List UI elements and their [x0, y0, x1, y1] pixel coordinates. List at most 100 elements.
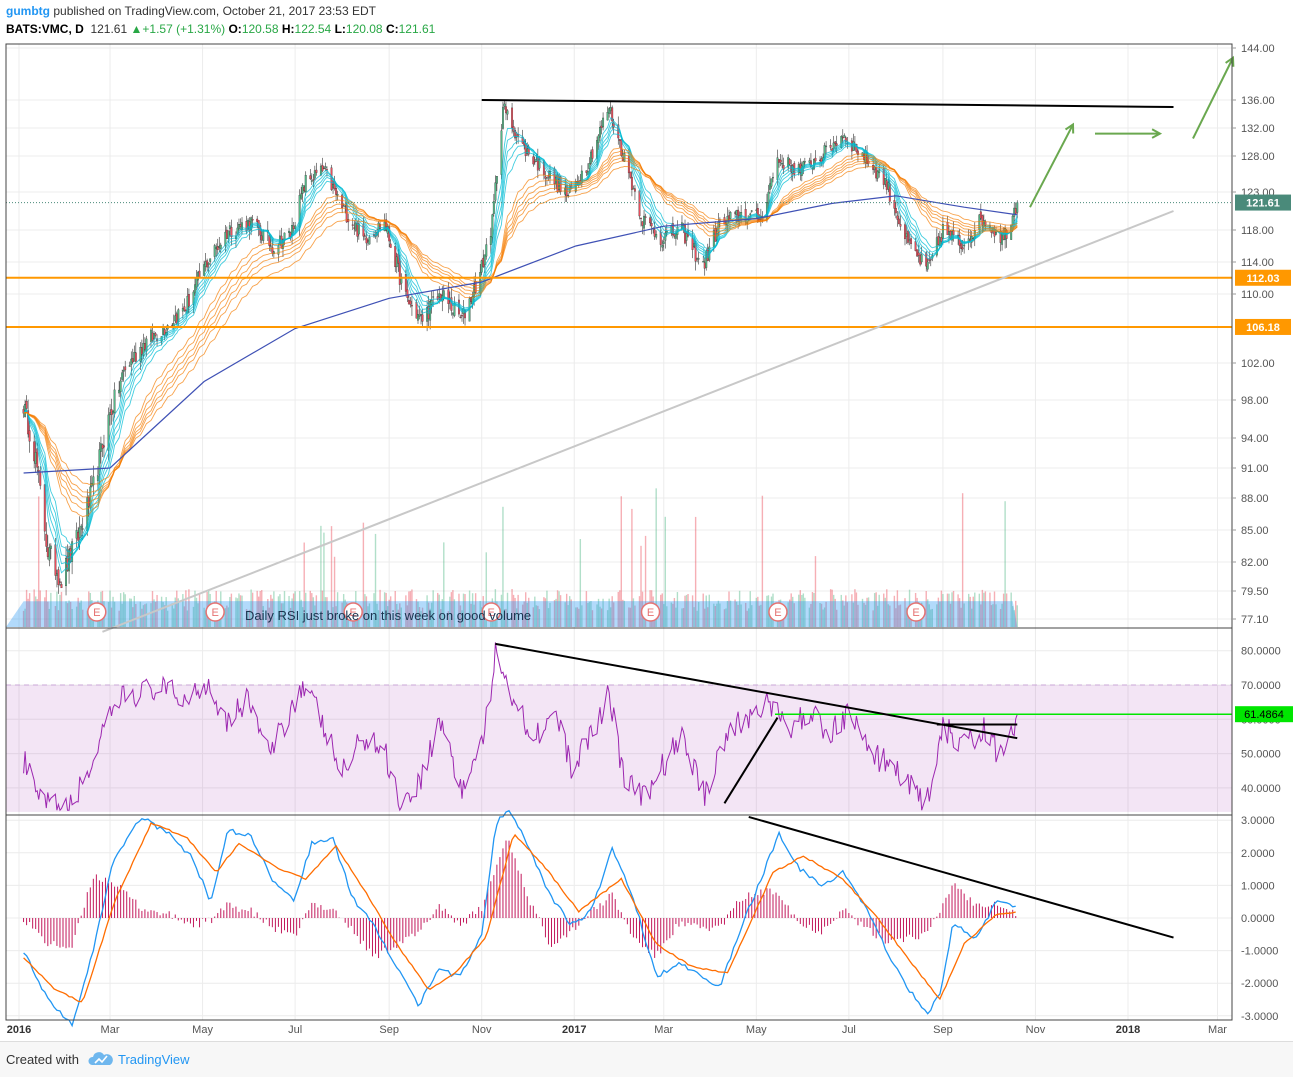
candle[interactable] — [225, 229, 228, 239]
candle[interactable] — [98, 449, 101, 475]
candle[interactable] — [389, 243, 392, 248]
candle[interactable] — [591, 149, 594, 159]
candle[interactable] — [216, 246, 219, 250]
candle[interactable] — [335, 188, 338, 195]
candle[interactable] — [535, 159, 538, 162]
candle[interactable] — [363, 235, 366, 237]
candle[interactable] — [366, 240, 369, 242]
candle[interactable] — [585, 170, 588, 173]
candle[interactable] — [239, 224, 242, 227]
candle[interactable] — [322, 168, 325, 170]
candle[interactable] — [781, 163, 784, 165]
candle[interactable] — [301, 185, 304, 194]
price-panel[interactable]: EEEEEEE — [6, 55, 1235, 633]
candle[interactable] — [480, 260, 483, 273]
candle[interactable] — [109, 412, 111, 415]
candle[interactable] — [908, 239, 911, 242]
chart-canvas[interactable]: EEEEEEE 144.00136.00132.00128.00123.0011… — [0, 0, 1293, 1040]
candle[interactable] — [772, 177, 774, 179]
time-tick-label[interactable]: 2017 — [562, 1024, 586, 1036]
candle[interactable] — [749, 213, 752, 215]
candle[interactable] — [313, 170, 316, 179]
candle[interactable] — [712, 230, 715, 247]
candle[interactable] — [808, 160, 811, 163]
candle[interactable] — [75, 530, 78, 539]
candle[interactable] — [251, 219, 254, 221]
candle[interactable] — [194, 284, 196, 294]
candle[interactable] — [878, 169, 881, 174]
candle[interactable] — [238, 224, 240, 230]
candle[interactable] — [394, 246, 397, 268]
candle[interactable] — [926, 261, 929, 270]
candle[interactable] — [228, 225, 231, 229]
price-tick-label[interactable]: 94.00 — [1241, 433, 1269, 445]
candle[interactable] — [872, 165, 875, 170]
candle[interactable] — [494, 182, 497, 201]
candle[interactable] — [894, 208, 897, 214]
candle[interactable] — [407, 299, 410, 305]
candle[interactable] — [181, 308, 184, 312]
candle[interactable] — [630, 176, 633, 190]
candle[interactable] — [332, 184, 334, 188]
price-tick-label[interactable]: 91.00 — [1241, 463, 1269, 475]
candle[interactable] — [685, 233, 688, 241]
candle[interactable] — [101, 444, 104, 449]
time-tick-label[interactable]: Jul — [288, 1024, 302, 1036]
candle[interactable] — [641, 221, 644, 226]
chart-annotation[interactable]: Daily RSI just broke on this week on goo… — [245, 608, 531, 623]
candle[interactable] — [963, 244, 966, 247]
candle[interactable] — [897, 218, 900, 225]
candle[interactable] — [39, 471, 42, 486]
candle[interactable] — [755, 209, 758, 211]
candle[interactable] — [112, 411, 115, 414]
rsi-tick-label[interactable]: 40.0000 — [1241, 783, 1281, 795]
candle[interactable] — [197, 272, 199, 281]
candle[interactable] — [213, 245, 216, 257]
candle[interactable] — [406, 289, 409, 298]
support-price-label[interactable]: 112.03 — [1246, 273, 1279, 285]
candle[interactable] — [420, 314, 422, 316]
macd-tick-label[interactable]: -1.0000 — [1241, 946, 1278, 958]
candle[interactable] — [336, 194, 339, 196]
candle[interactable] — [655, 234, 658, 238]
candle[interactable] — [602, 117, 605, 128]
candle[interactable] — [68, 549, 71, 572]
candle[interactable] — [303, 186, 306, 191]
candle[interactable] — [103, 445, 105, 448]
candle[interactable] — [735, 210, 738, 215]
candle[interactable] — [351, 224, 354, 226]
candle[interactable] — [438, 293, 441, 298]
candle[interactable] — [207, 262, 210, 265]
candle[interactable] — [432, 296, 435, 298]
candle[interactable] — [34, 452, 37, 464]
candle[interactable] — [118, 389, 121, 394]
long-term-support-trendline[interactable] — [102, 210, 1174, 633]
candle[interactable] — [122, 369, 125, 372]
time-tick-label[interactable]: May — [192, 1024, 213, 1036]
rsi-value-label[interactable]: 61.4864 — [1244, 709, 1284, 721]
candle[interactable] — [128, 365, 131, 367]
candle[interactable] — [55, 573, 58, 576]
candle[interactable] — [511, 107, 514, 128]
candle[interactable] — [546, 177, 548, 179]
candle[interactable] — [57, 569, 60, 585]
candle[interactable] — [163, 329, 166, 335]
candle[interactable] — [835, 143, 838, 146]
last-price-label[interactable]: 121.61 — [1246, 198, 1280, 210]
candle[interactable] — [356, 223, 359, 237]
candle[interactable] — [119, 380, 122, 392]
candle[interactable] — [960, 243, 963, 249]
candle[interactable] — [203, 264, 206, 276]
candle[interactable] — [315, 169, 318, 173]
price-tick-label[interactable]: 144.00 — [1241, 43, 1275, 55]
candle[interactable] — [597, 135, 600, 144]
candle[interactable] — [410, 305, 413, 307]
candle[interactable] — [461, 314, 463, 317]
candle[interactable] — [483, 254, 486, 265]
candle[interactable] — [48, 547, 51, 561]
time-tick-label[interactable]: Mar — [1208, 1024, 1227, 1036]
candle[interactable] — [377, 222, 380, 230]
candle[interactable] — [312, 179, 315, 181]
price-tick-label[interactable]: 132.00 — [1241, 123, 1275, 135]
candle[interactable] — [87, 497, 90, 507]
